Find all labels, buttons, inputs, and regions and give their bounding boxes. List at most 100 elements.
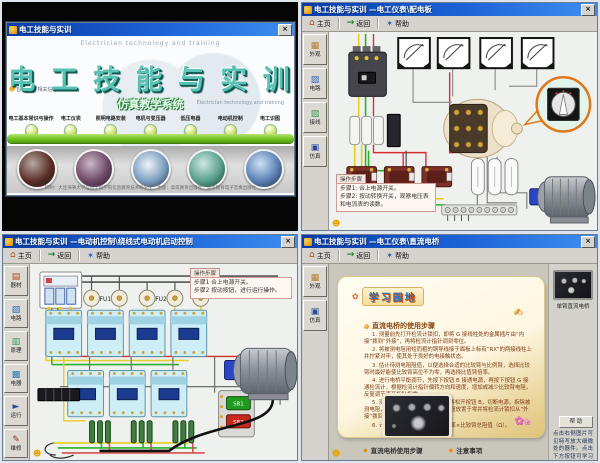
monitor-icon: ▣ [311, 143, 320, 153]
splash-content: Electrician technology and training ☻音乐 … [7, 36, 294, 195]
help-text: 点击右侧图片可见特写放大细微处的器件。点击下方按钮可学习相关知识。 [551, 429, 595, 460]
bottom-tabs: ◆直流电桥使用步骤 ◆注意事项 [363, 445, 482, 455]
learning-quadrant: 电工技能与实训 —电工仪表\直流电桥 × ⌂主页 →返回 ✶帮助 ▦外观 ▣仿真 [301, 234, 598, 461]
help-button[interactable]: ✶帮助 [83, 249, 114, 263]
english-caption-sub: Electrician technology and training [197, 100, 284, 106]
page-title: ✿ 学习园地 [352, 287, 424, 306]
equipment-icon: ▤ [12, 272, 21, 282]
start-button[interactable]: SB1 [227, 397, 251, 410]
back-button[interactable]: →返回 [343, 17, 375, 31]
sidebar-item-wiring[interactable]: ▧接线 [303, 102, 327, 133]
back-button[interactable]: →返回 [44, 249, 76, 263]
meter-sim-titlebar: 电工技能与实训 —电工仪表\配电板 × [302, 3, 597, 16]
step-text: 2. 将被测电阻用短而粗的铜导线接于面板上标有“RX”的两接线柱上并拧紧对牢，使… [364, 347, 532, 361]
toolbar: ⌂主页 →返回 ✶帮助 [3, 248, 297, 264]
toolbar-separator [377, 18, 379, 29]
help-tab[interactable]: 帮 助 [559, 416, 593, 428]
motor-sim-sidebar: ▤器材 ▨电路 ▥原理 ▩电器 ►运行 ✎维修 [3, 264, 30, 460]
meter-sim-sidebar: ▦外观 ▨电路 ▧接线 ▣仿真 [302, 32, 329, 230]
photo-motor [187, 149, 227, 189]
flower-decoration: ✿❀ [514, 414, 530, 427]
changeover-switch[interactable] [444, 99, 523, 157]
step-2: 步骤2 按动按钮，进行运行操作。 [194, 288, 288, 296]
diamond-icon: ◆ [363, 447, 368, 454]
tab-usage-steps[interactable]: ◆直流电桥使用步骤 [363, 445, 423, 455]
sidebar-item-circuit[interactable]: ▨电路 [4, 299, 28, 329]
sidebar-item-equipment[interactable]: ▤器材 [4, 266, 28, 296]
window-title: 电工技能与实训 —电动机控制\绕线式电动机启动控制 [15, 236, 193, 247]
box-icon: ▦ [311, 41, 320, 51]
fuse-bank[interactable] [350, 114, 400, 146]
close-icon[interactable]: × [281, 236, 295, 248]
step-1: 步骤1: 合上电源开关。 [340, 186, 432, 194]
wiring-icon: ▧ [311, 109, 320, 119]
back-arrow-icon: → [347, 19, 355, 28]
bridge-photo [382, 393, 452, 438]
photo-meter [74, 149, 114, 189]
fuse-label-fu2: FU2 [155, 296, 167, 303]
sidebar-item-simulation[interactable]: ▣仿真 [303, 300, 327, 331]
circuit-icon: ▨ [12, 305, 21, 315]
contactor-row-2 [68, 371, 187, 417]
back-button[interactable]: →返回 [343, 249, 375, 263]
motor-sim-titlebar: 电工技能与实训 —电动机控制\绕线式电动机启动控制 × [3, 235, 297, 248]
home-button[interactable]: ⌂主页 [305, 249, 335, 263]
back-arrow-icon: → [48, 251, 56, 260]
toolbar-separator [338, 18, 340, 29]
app-icon [9, 26, 17, 34]
switch-zoom-callout[interactable] [525, 77, 590, 131]
assistant-smiley-icon[interactable]: ☻ [332, 450, 340, 458]
assistant-smiley-icon[interactable]: ☻ [33, 450, 41, 458]
contactor-row-1 [46, 310, 207, 356]
home-icon: ⌂ [309, 19, 315, 28]
toolbar: ⌂主页 →返回 ✶帮助 [302, 16, 597, 32]
circuit-breaker[interactable] [40, 272, 82, 310]
help-button[interactable]: ✶帮助 [382, 17, 413, 31]
sidebar-item-simulation[interactable]: ▣仿真 [303, 136, 327, 167]
sidebar-item-run[interactable]: ►运行 [4, 396, 28, 426]
flower-icon: ✿ [352, 292, 359, 301]
home-button[interactable]: ⌂主页 [6, 249, 36, 263]
sidebar-item-repair[interactable]: ✎维修 [4, 429, 28, 459]
toolbar-separator [39, 250, 41, 261]
step-text: 3. 估计待测电阻阻值，以便选择合适的比较臂与比例臂，选择比较臂时最好能使比较臂… [364, 363, 532, 377]
main-title: 电 工 技 能 与 实 训 [7, 58, 294, 97]
tab-precautions[interactable]: ◆注意事项 [449, 445, 483, 455]
mascot-icon: ✍ [514, 307, 522, 318]
sidebar-item-appearance[interactable]: ▦外观 [303, 34, 327, 65]
principle-icon: ▥ [12, 337, 21, 347]
panel-meter [480, 38, 512, 68]
step-text: 1. 测量前先打开检流计锁扣，即将 G 接线柱处的金属插片由“内接”拨到“外接”… [364, 332, 532, 346]
help-button[interactable]: ✶帮助 [382, 249, 413, 263]
meter-sim-canvas: 操作步骤 步骤1: 合上电源开关。 步骤2: 按动转换开关，观察电压表和电流表的… [329, 32, 597, 230]
sidebar-item-circuit[interactable]: ▨电路 [303, 68, 327, 99]
home-icon: ⌂ [309, 251, 315, 260]
app-icon [304, 6, 312, 14]
motor-sim-quadrant: 电工技能与实训 —电动机控制\绕线式电动机启动控制 × ⌂主页 →返回 ✶帮助 … [2, 234, 298, 461]
splash-window: 电工技能与实训 × Electrician technology and tra… [6, 22, 295, 196]
motor [530, 177, 595, 223]
photo-wires [17, 149, 57, 189]
help-icon: ✶ [386, 252, 393, 260]
learning-sidebar: ▦外观 ▣仿真 [302, 264, 329, 460]
english-caption-top: Electrician technology and training [7, 40, 294, 47]
window-title: 电工技能与实训 —电工仪表\配电板 [314, 4, 432, 15]
sidebar-item-principle[interactable]: ▥原理 [4, 331, 28, 361]
publisher-footer: 研制：大连海事大学信息工程学院信息教育技术研究所 出版：高等教育出版社 高等教育… [7, 185, 294, 191]
terminal-block [38, 389, 80, 401]
bridge-thumbnail[interactable] [553, 270, 593, 300]
circuit-breaker[interactable] [349, 46, 387, 96]
motor-sim-window: 电工技能与实训 —电动机控制\绕线式电动机启动控制 × ⌂主页 →返回 ✶帮助 … [2, 234, 298, 461]
assistant-smiley-icon[interactable]: ☻ [332, 220, 340, 228]
devices-icon: ▩ [12, 370, 21, 380]
svg-text:SB1: SB1 [233, 402, 244, 408]
sidebar-item-devices[interactable]: ▩电器 [4, 364, 28, 394]
monitor-icon: ▣ [311, 307, 320, 317]
close-icon[interactable]: × [581, 4, 595, 16]
right-panel: 单臂直流电桥 帮 助 点击右侧图片可见特写放大细微处的器件。点击下方按钮可学习相… [548, 264, 597, 460]
close-icon[interactable]: × [581, 236, 595, 248]
home-button[interactable]: ⌂主页 [305, 17, 335, 31]
sidebar-item-appearance[interactable]: ▦外观 [303, 266, 327, 297]
close-icon[interactable]: × [278, 24, 292, 36]
panel-meter [438, 38, 470, 68]
